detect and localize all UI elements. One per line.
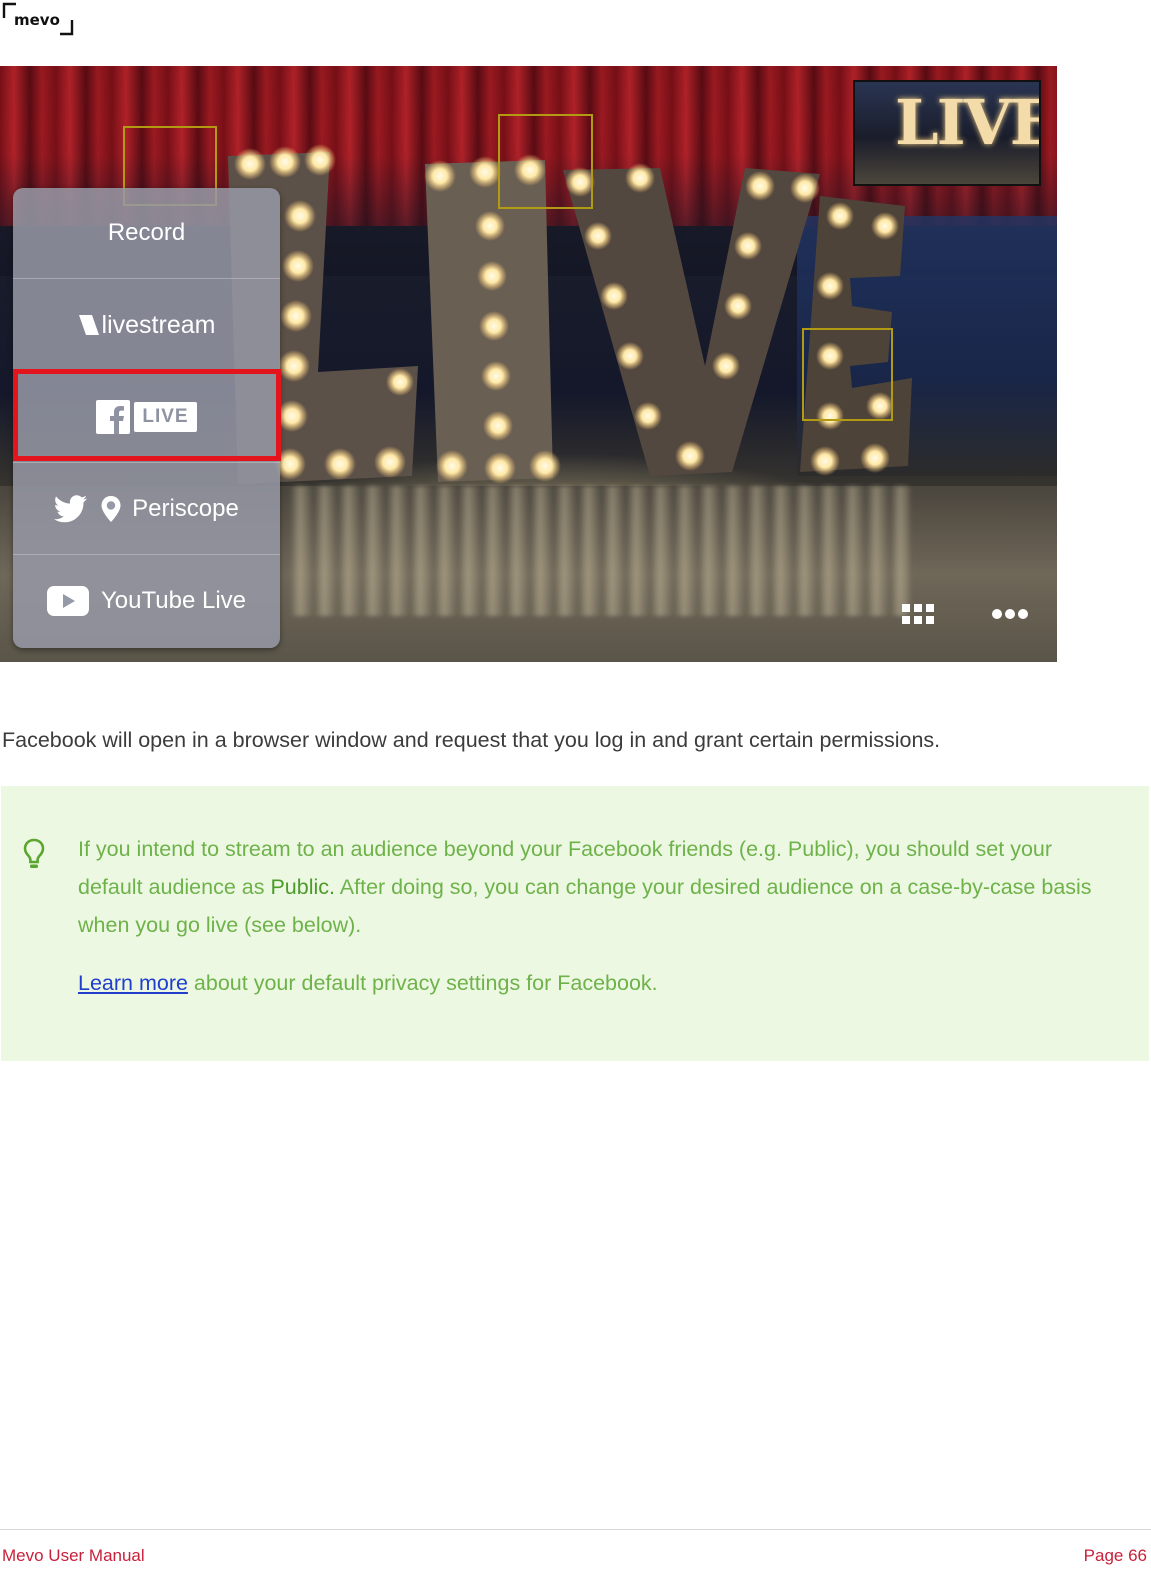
menu-item-periscope[interactable]: Periscope bbox=[13, 464, 280, 554]
tip-emphasis: Public. bbox=[270, 875, 335, 899]
menu-item-livestream[interactable]: livestream bbox=[13, 280, 280, 370]
menu-item-label: livestream bbox=[101, 310, 216, 339]
footer-divider bbox=[0, 1529, 1151, 1530]
facebook-live-highlight bbox=[13, 369, 281, 461]
menu-item-label: Record bbox=[107, 219, 186, 246]
intro-paragraph: Facebook will open in a browser window a… bbox=[2, 728, 941, 752]
menu-item-label: Periscope bbox=[132, 495, 239, 522]
livestream-logo-icon bbox=[78, 315, 99, 335]
focus-box bbox=[498, 114, 593, 209]
menu-item-youtube-live[interactable]: YouTube Live bbox=[13, 556, 280, 646]
menu-item-label: YouTube Live bbox=[100, 587, 246, 614]
tip-text: If you intend to stream to an audience b… bbox=[78, 837, 1092, 937]
page-number: Page 66 bbox=[1083, 1546, 1147, 1565]
periscope-icon bbox=[101, 496, 121, 522]
footer-title: Mevo User Manual bbox=[2, 1546, 145, 1565]
focus-box bbox=[802, 328, 893, 421]
twitter-icon bbox=[54, 495, 88, 523]
youtube-icon bbox=[46, 586, 89, 616]
more-icon[interactable] bbox=[990, 606, 1030, 622]
learn-more-link[interactable]: Learn more bbox=[78, 971, 188, 995]
grid-icon[interactable] bbox=[900, 602, 938, 628]
mevo-logo: mevo bbox=[2, 2, 74, 36]
preview-text: LIVE bbox=[895, 86, 1041, 159]
preview-thumbnail[interactable]: LIVE bbox=[853, 80, 1041, 186]
tip-link-line: Learn more about your default privacy se… bbox=[78, 971, 658, 995]
menu-item-record[interactable]: Record bbox=[13, 188, 280, 278]
logo-text: mevo bbox=[14, 11, 60, 29]
lightbulb-icon bbox=[23, 838, 45, 868]
tip-callout: If you intend to stream to an audience b… bbox=[1, 786, 1149, 1061]
